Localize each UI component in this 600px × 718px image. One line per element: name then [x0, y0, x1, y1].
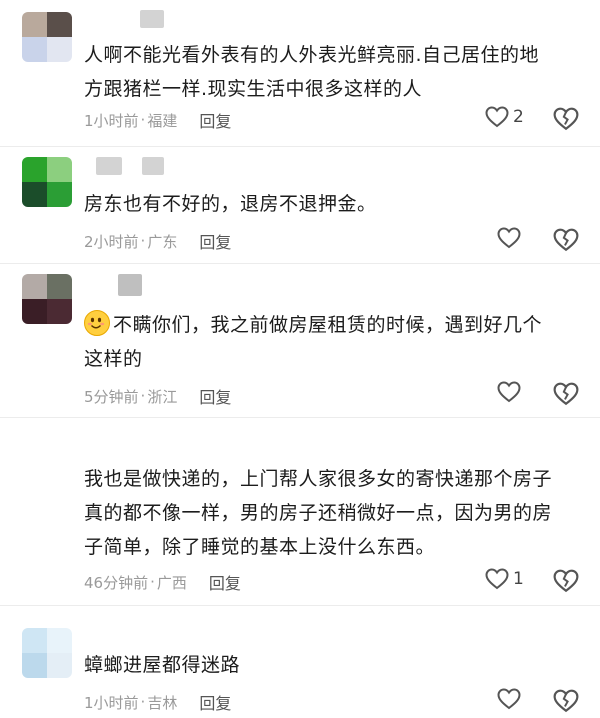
- broken-heart-outline-icon[interactable]: [553, 227, 579, 253]
- comment-time: 46分钟前: [84, 573, 149, 592]
- heart-outline-icon: [497, 227, 521, 249]
- comment-text-line: 我也是做快递的，上门帮人家很多女的寄快递那个房子: [84, 468, 553, 490]
- comment-text: 不瞒你们，我之前做房屋租赁的时候，遇到好几个 这样的: [84, 308, 574, 376]
- comment-item: 蟑螂进屋都得迷路 1小时前 · 吉林 回复: [0, 606, 600, 718]
- comment-time: 1小时前: [84, 693, 139, 712]
- username-censored[interactable]: [142, 157, 164, 175]
- reply-button[interactable]: 回复: [199, 690, 231, 714]
- avatar[interactable]: [22, 157, 72, 207]
- comment-item: 不瞒你们，我之前做房屋租赁的时候，遇到好几个 这样的 5分钟前 · 浙江 回复: [0, 264, 600, 416]
- like-button[interactable]: 1: [485, 568, 524, 590]
- meta-separator: ·: [140, 232, 146, 250]
- like-count: 2: [513, 107, 524, 127]
- heart-outline-icon: [485, 568, 509, 590]
- reply-button[interactable]: 回复: [199, 108, 231, 132]
- comment-text-line: 蟑螂进屋都得迷路: [84, 654, 241, 676]
- comment-text: 房东也有不好的，退房不退押金。: [84, 187, 574, 221]
- meta-separator: ·: [150, 573, 155, 591]
- comment-text: 人啊不能光看外表有的人外表光鲜亮丽.自己居住的地 方跟猪栏一样.现实生活中很多这…: [84, 38, 574, 106]
- comment-time: 2小时前: [84, 232, 139, 251]
- comment-location: 福建: [147, 111, 178, 130]
- like-count: 1: [513, 569, 524, 589]
- avatar[interactable]: [22, 12, 72, 62]
- comment-location: 吉林: [147, 693, 178, 712]
- smiling-face-emoji-icon: [84, 310, 110, 336]
- comment-meta: 1小时前 · 吉林 回复: [84, 690, 231, 714]
- avatar[interactable]: [22, 628, 72, 678]
- comment-meta: 2小时前 · 广东 回复: [84, 229, 231, 253]
- comment-item: 我也是做快递的，上门帮人家很多女的寄快递那个房子 真的都不像一样，男的房子还稍微…: [0, 418, 600, 604]
- comment-text-line: 房东也有不好的，退房不退押金。: [84, 193, 377, 215]
- comment-meta: 1小时前 · 福建 回复: [84, 108, 231, 132]
- comment-text-line: 人啊不能光看外表有的人外表光鲜亮丽.自己居住的地: [84, 44, 540, 66]
- username-censored[interactable]: [118, 274, 142, 296]
- broken-heart-outline-icon[interactable]: [553, 381, 579, 407]
- like-button[interactable]: [497, 688, 521, 710]
- meta-separator: ·: [140, 387, 146, 405]
- like-button[interactable]: [497, 227, 521, 249]
- comment-location: 广西: [156, 573, 187, 592]
- comment-location: 浙江: [147, 387, 178, 406]
- reply-button[interactable]: 回复: [209, 570, 241, 594]
- heart-outline-icon: [497, 381, 521, 403]
- username-censored[interactable]: [96, 157, 122, 175]
- comment-time: 5分钟前: [84, 387, 139, 406]
- heart-outline-icon: [497, 688, 521, 710]
- comment-text-line: 子简单，除了睡觉的基本上没什么东西。: [84, 536, 436, 558]
- heart-outline-icon: [485, 106, 509, 128]
- comment-item: 人啊不能光看外表有的人外表光鲜亮丽.自己居住的地 方跟猪栏一样.现实生活中很多这…: [0, 0, 600, 145]
- comment-text: 我也是做快递的，上门帮人家很多女的寄快递那个房子 真的都不像一样，男的房子还稍微…: [84, 462, 574, 564]
- broken-heart-outline-icon[interactable]: [553, 568, 579, 594]
- broken-heart-outline-icon[interactable]: [553, 106, 579, 132]
- comment-item: 房东也有不好的，退房不退押金。 2小时前 · 广东 回复: [0, 147, 600, 262]
- comment-meta: 5分钟前 · 浙江 回复: [84, 384, 231, 408]
- avatar[interactable]: [22, 274, 72, 324]
- comment-meta: 46分钟前 · 广西 回复: [84, 570, 241, 594]
- broken-heart-outline-icon[interactable]: [553, 688, 579, 714]
- comment-text-line: 这样的: [84, 348, 143, 370]
- comment-text: 蟑螂进屋都得迷路: [84, 648, 574, 682]
- meta-separator: ·: [140, 693, 146, 711]
- comment-location: 广东: [147, 232, 178, 251]
- comment-text-line: 不瞒你们，我之前做房屋租赁的时候，遇到好几个: [84, 308, 574, 342]
- username-censored[interactable]: [140, 10, 164, 28]
- reply-button[interactable]: 回复: [199, 384, 231, 408]
- meta-separator: ·: [140, 111, 146, 129]
- comment-time: 1小时前: [84, 111, 139, 130]
- like-button[interactable]: 2: [485, 106, 524, 128]
- comment-text-segment: 不瞒你们，我之前做房屋租赁的时候，遇到好几个: [113, 314, 543, 336]
- comment-text-line: 方跟猪栏一样.现实生活中很多这样的人: [84, 78, 423, 100]
- reply-button[interactable]: 回复: [199, 229, 231, 253]
- comment-text-line: 真的都不像一样，男的房子还稍微好一点，因为男的房: [84, 502, 553, 524]
- like-button[interactable]: [497, 381, 521, 403]
